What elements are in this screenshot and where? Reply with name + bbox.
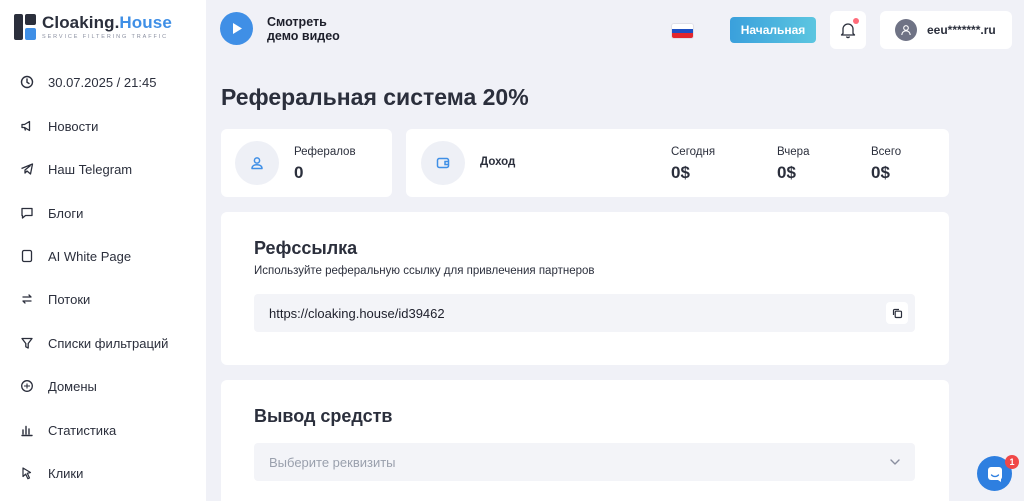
play-icon [232, 23, 242, 34]
yesterday-value: 0$ [777, 163, 796, 182]
notification-dot [853, 18, 859, 24]
withdraw-card: Вывод средств Выберите реквизиты [221, 380, 949, 501]
total-label: Всего [871, 146, 902, 158]
sidebar-item-news[interactable]: Новости [20, 116, 98, 136]
today-value: 0$ [671, 163, 690, 182]
topbar: Смотреть демо видео Начальная eeu*******… [206, 0, 1024, 62]
bell-icon [840, 23, 856, 39]
sidebar-item-ai-white-page[interactable]: AI White Page [20, 246, 131, 266]
copy-button[interactable] [886, 302, 908, 324]
referrals-label: Рефералов [294, 146, 356, 158]
chevron-down-icon [890, 459, 900, 465]
sidebar: Cloaking.House SERVICE FILTERING TRAFFIC… [0, 0, 206, 501]
domain-icon [20, 379, 34, 393]
sidebar-item-label: Домены [48, 378, 97, 394]
yesterday-label: Вчера [777, 146, 810, 158]
brand-logo[interactable]: Cloaking.House SERVICE FILTERING TRAFFIC [14, 14, 172, 40]
russia-flag-icon[interactable] [672, 24, 693, 38]
reflink-url: https://cloaking.house/id39462 [269, 305, 445, 321]
flows-icon [20, 292, 34, 306]
home-button[interactable]: Начальная [730, 17, 816, 43]
sidebar-item-telegram[interactable]: Наш Telegram [20, 159, 132, 179]
referrals-card: Рефералов 0 [221, 129, 392, 197]
page-icon [20, 249, 34, 263]
reflink-description: Используйте реферальную ссылку для привл… [254, 265, 595, 277]
notifications-button[interactable] [830, 11, 866, 49]
requisites-placeholder: Выберите реквизиты [269, 454, 396, 470]
chat-icon [987, 466, 1002, 482]
sidebar-item-datetime: 30.07.2025 / 21:45 [20, 72, 156, 92]
sidebar-item-flows[interactable]: Потоки [20, 289, 90, 309]
sidebar-item-label: 30.07.2025 / 21:45 [48, 74, 157, 90]
sidebar-item-blogs[interactable]: Блоги [20, 203, 83, 223]
filter-icon [20, 336, 34, 350]
demo-video-link[interactable]: Смотреть демо видео [267, 15, 340, 43]
reflink-title: Рефссылка [254, 238, 358, 258]
requisites-select[interactable]: Выберите реквизиты [254, 443, 915, 481]
copy-icon [892, 308, 902, 318]
user-icon [235, 141, 279, 185]
sidebar-item-label: Потоки [48, 291, 91, 307]
logo-mark-icon [14, 14, 36, 40]
reflink-field[interactable]: https://cloaking.house/id39462 [254, 294, 915, 332]
sidebar-item-clicks[interactable]: Клики [20, 463, 83, 483]
sidebar-item-label: Клики [48, 465, 84, 481]
page-title: Реферальная система 20% [221, 84, 529, 110]
income-label: Доход [480, 156, 516, 168]
sidebar-item-statistics[interactable]: Статистика [20, 420, 116, 440]
brand-name: Cloaking.House [42, 13, 172, 32]
user-name: eeu*******.ru [927, 23, 996, 37]
clock-icon [20, 75, 34, 89]
user-menu[interactable]: eeu*******.ru [880, 11, 1012, 49]
sidebar-item-label: Статистика [48, 422, 117, 438]
brand-tagline: SERVICE FILTERING TRAFFIC [42, 34, 169, 40]
wallet-icon [421, 141, 465, 185]
sidebar-item-filter-lists[interactable]: Списки фильтраций [20, 333, 168, 353]
sidebar-item-label: Списки фильтраций [48, 335, 169, 351]
sidebar-item-label: Новости [48, 118, 99, 134]
avatar-icon [895, 19, 917, 41]
sidebar-item-label: Блоги [48, 205, 84, 221]
total-value: 0$ [871, 163, 890, 182]
chat-bubble-icon [20, 206, 34, 220]
sidebar-item-label: Наш Telegram [48, 161, 133, 177]
megaphone-icon [20, 119, 34, 133]
income-card: Доход Сегодня 0$ Вчера 0$ Всего 0$ [406, 129, 949, 197]
cursor-icon [20, 466, 34, 480]
bar-chart-icon [20, 423, 34, 437]
chat-badge: 1 [1005, 455, 1019, 469]
sidebar-item-domains[interactable]: Домены [20, 376, 97, 396]
sidebar-item-label: AI White Page [48, 248, 132, 264]
play-demo-button[interactable] [220, 12, 253, 45]
referrals-value: 0 [294, 163, 304, 182]
withdraw-title: Вывод средств [254, 406, 393, 426]
reflink-card: Рефссылка Используйте реферальную ссылку… [221, 212, 949, 365]
today-label: Сегодня [671, 146, 716, 158]
telegram-icon [20, 162, 34, 176]
